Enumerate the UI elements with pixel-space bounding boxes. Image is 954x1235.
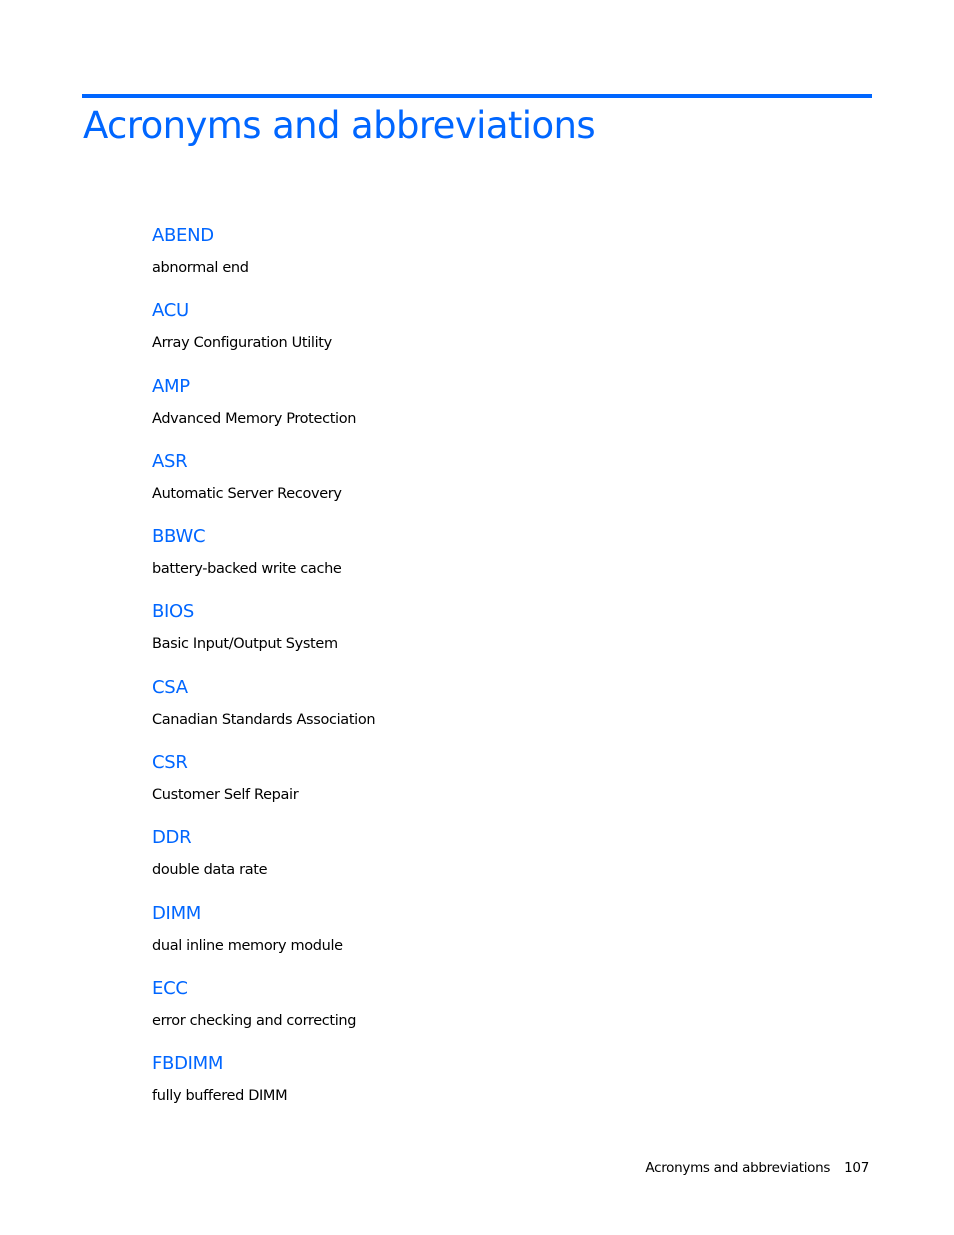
page-footer: Acronyms and abbreviations 107 — [645, 1158, 869, 1178]
glossary-definition: Automatic Server Recovery — [152, 485, 342, 502]
glossary-definition: double data rate — [152, 862, 268, 879]
glossary-definition: Customer Self Repair — [152, 787, 299, 804]
glossary-entry: ECC error checking and correcting — [152, 976, 852, 1051]
glossary-definition: battery-backed write cache — [152, 561, 342, 578]
glossary-definition: Array Configuration Utility — [152, 335, 332, 352]
glossary-term[interactable]: DIMM — [152, 901, 201, 927]
glossary-definition: error checking and correcting — [152, 1012, 357, 1029]
glossary-entry: AMP Advanced Memory Protection — [152, 374, 852, 449]
footer-section-title: Acronyms and abbreviations — [645, 1160, 831, 1176]
glossary-entry: BBWC battery-backed write cache — [152, 524, 852, 599]
page-number: 107 — [844, 1160, 869, 1176]
glossary-list: ABEND abnormal end ACU Array Configurati… — [152, 223, 852, 1127]
glossary-entry: CSR Customer Self Repair — [152, 750, 852, 825]
glossary-term[interactable]: FBDIMM — [152, 1051, 223, 1077]
glossary-term[interactable]: CSA — [152, 675, 188, 701]
glossary-entry: ABEND abnormal end — [152, 223, 852, 298]
glossary-term[interactable]: ASR — [152, 449, 188, 475]
glossary-entry: BIOS Basic Input/Output System — [152, 599, 852, 674]
glossary-definition: abnormal end — [152, 260, 249, 276]
glossary-definition: dual inline memory module — [152, 937, 343, 954]
glossary-definition: Advanced Memory Protection — [152, 410, 357, 427]
glossary-term[interactable]: ECC — [152, 976, 188, 1002]
glossary-entry: ACU Array Configuration Utility — [152, 298, 852, 373]
glossary-entry: DDR double data rate — [152, 825, 852, 900]
glossary-term[interactable]: AMP — [152, 374, 190, 400]
glossary-entry: DIMM dual inline memory module — [152, 901, 852, 976]
title-rule — [82, 94, 872, 98]
glossary-term[interactable]: ACU — [152, 298, 189, 324]
glossary-term[interactable]: BBWC — [152, 524, 206, 550]
glossary-definition: Canadian Standards Association — [152, 711, 376, 728]
glossary-term[interactable]: CSR — [152, 750, 188, 776]
glossary-term[interactable]: BIOS — [152, 599, 194, 625]
glossary-term[interactable]: ABEND — [152, 223, 214, 249]
page-title: Acronyms and abbreviations — [83, 104, 596, 147]
glossary-term[interactable]: DDR — [152, 825, 192, 851]
glossary-definition: Basic Input/Output System — [152, 636, 338, 653]
glossary-definition: fully buffered DIMM — [152, 1088, 288, 1105]
glossary-entry: ASR Automatic Server Recovery — [152, 449, 852, 524]
glossary-entry: FBDIMM fully buffered DIMM — [152, 1051, 852, 1126]
glossary-entry: CSA Canadian Standards Association — [152, 675, 852, 750]
